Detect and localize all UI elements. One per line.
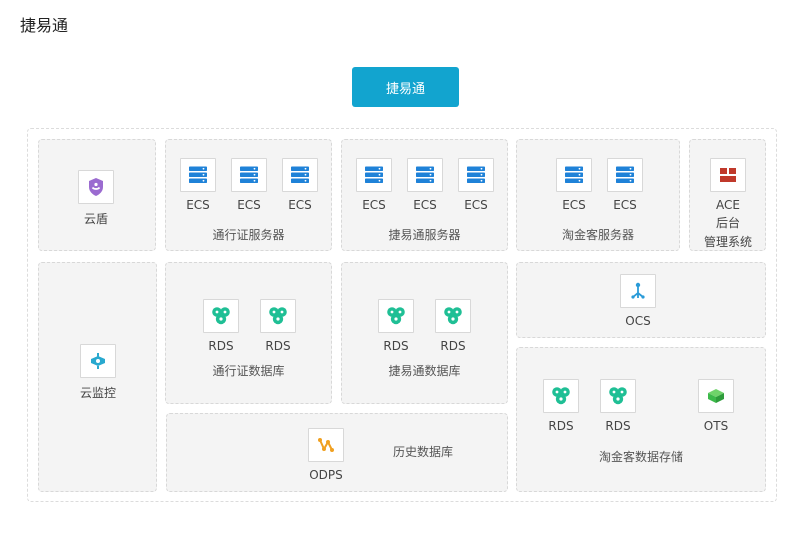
yunjiankong-label: 云监控 <box>79 386 116 400</box>
shield-icon <box>78 170 114 204</box>
server-stack-icon <box>180 158 216 192</box>
ecs-label: ECS <box>562 198 586 212</box>
cache-network-icon <box>620 274 656 308</box>
ace-label-line1: ACE <box>716 198 740 212</box>
ecs-label: ECS <box>237 198 261 212</box>
ecs-label: ECS <box>288 198 312 212</box>
monitor-icon <box>80 344 116 378</box>
rds-node[interactable]: RDS <box>588 379 648 433</box>
ocs-node[interactable]: OCS <box>608 274 668 328</box>
database-cluster-icon <box>435 299 471 333</box>
history-db-caption: 历史数据库 <box>392 445 453 459</box>
table-store-icon <box>698 379 734 413</box>
server-stack-icon <box>282 158 318 192</box>
ecs-node[interactable]: ECS <box>446 158 506 212</box>
ecs-node[interactable]: ECS <box>270 158 330 212</box>
rds-label: RDS <box>208 339 234 353</box>
ecs-label: ECS <box>613 198 637 212</box>
taojinke-servers-caption: 淘金客服务器 <box>561 228 634 242</box>
rds-node[interactable]: RDS <box>248 299 308 353</box>
database-cluster-icon <box>600 379 636 413</box>
ecs-label: ECS <box>413 198 437 212</box>
ace-label-line3: 管理系统 <box>703 235 752 249</box>
page-title: 捷易通 <box>20 16 69 35</box>
rds-node[interactable]: RDS <box>531 379 591 433</box>
server-stack-icon <box>356 158 392 192</box>
tongxingzheng-db-caption: 通行证数据库 <box>212 364 285 378</box>
data-flow-icon <box>308 428 344 462</box>
ace-label-line2: 后台 <box>715 216 740 230</box>
server-stack-icon <box>556 158 592 192</box>
rds-label: RDS <box>265 339 291 353</box>
ecs-label: ECS <box>186 198 210 212</box>
yundun-node[interactable]: 云盾 <box>66 170 126 227</box>
jieyitong-servers-caption: 捷易通服务器 <box>388 228 461 242</box>
jieyitong-db-caption: 捷易通数据库 <box>388 364 461 378</box>
rds-label: RDS <box>605 419 631 433</box>
ecs-label: ECS <box>464 198 488 212</box>
ace-grid-icon <box>710 158 746 192</box>
rds-label: RDS <box>383 339 409 353</box>
yunjiankong-node[interactable]: 云监控 <box>68 344 128 401</box>
rds-node[interactable]: RDS <box>366 299 426 353</box>
ecs-node[interactable]: ECS <box>595 158 655 212</box>
jieyitong-top-button[interactable]: 捷易通 <box>352 67 459 107</box>
ots-label: OTS <box>703 419 729 433</box>
tongxingzheng-servers-caption: 通行证服务器 <box>212 228 285 242</box>
ocs-label: OCS <box>625 314 651 328</box>
odps-node[interactable]: ODPS <box>296 428 356 482</box>
database-cluster-icon <box>543 379 579 413</box>
ecs-label: ECS <box>362 198 386 212</box>
ots-node[interactable]: OTS <box>686 379 746 433</box>
rds-label: RDS <box>548 419 574 433</box>
server-stack-icon <box>407 158 443 192</box>
database-cluster-icon <box>203 299 239 333</box>
yundun-label: 云盾 <box>83 212 108 226</box>
rds-label: RDS <box>440 339 466 353</box>
taojinke-storage-caption: 淘金客数据存储 <box>598 450 683 464</box>
server-stack-icon <box>458 158 494 192</box>
rds-node[interactable]: RDS <box>191 299 251 353</box>
server-stack-icon <box>231 158 267 192</box>
database-cluster-icon <box>378 299 414 333</box>
database-cluster-icon <box>260 299 296 333</box>
ace-node[interactable]: ACE 后台 管理系统 <box>698 158 758 250</box>
odps-label: ODPS <box>309 468 343 482</box>
server-stack-icon <box>607 158 643 192</box>
rds-node[interactable]: RDS <box>423 299 483 353</box>
